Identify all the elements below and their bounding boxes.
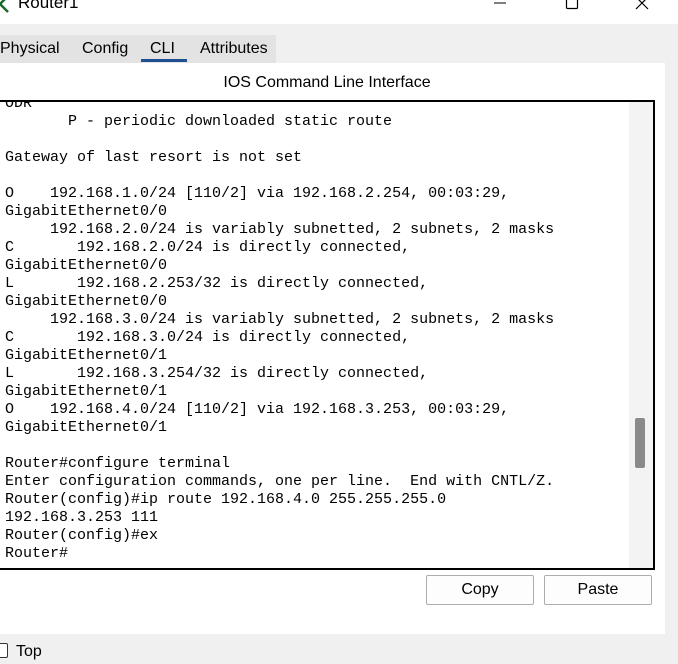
terminal-line: 192.168.3.253 111 — [5, 509, 159, 526]
tab-attributes[interactable]: Attributes — [200, 35, 268, 63]
top-checkbox[interactable] — [0, 643, 8, 658]
terminal-scrollbar[interactable] — [629, 102, 653, 568]
terminal-line: C 192.168.3.0/24 is directly connected, — [5, 329, 411, 346]
top-checkbox-label: Top — [16, 643, 42, 660]
terminal-line: GigabitEthernet0/0 — [5, 257, 168, 274]
terminal-line: 192.168.2.0/24 is variably subnetted, 2 … — [5, 221, 555, 238]
terminal-line: GigabitEthernet0/0 — [5, 293, 168, 310]
cisco-device-icon — [0, 0, 9, 13]
title-bar: Router1 — [0, 0, 678, 24]
terminal-line: Router(config)#ex — [5, 527, 159, 544]
terminal-line: GigabitEthernet0/1 — [5, 383, 168, 400]
terminal-line: O 192.168.4.0/24 [110/2] via 192.168.3.2… — [5, 401, 510, 418]
terminal-line: P - periodic downloaded static route — [5, 113, 393, 130]
active-tab-indicator — [141, 59, 187, 62]
tab-bar: Physical Config CLI Attributes — [0, 35, 276, 63]
minimize-icon — [494, 2, 506, 4]
minimize-button[interactable] — [480, 0, 520, 14]
terminal-line: O 192.168.1.0/24 [110/2] via 192.168.2.2… — [5, 185, 510, 202]
terminal-line: ODR — [5, 100, 33, 112]
cli-panel: IOS Command Line Interface ODR P - perio… — [0, 63, 665, 634]
panel-title: IOS Command Line Interface — [223, 74, 431, 91]
close-button[interactable] — [622, 0, 662, 14]
cli-terminal[interactable]: ODR P - periodic downloaded static route… — [0, 100, 655, 570]
scrollbar-thumb[interactable] — [635, 418, 645, 468]
terminal-line: C 192.168.2.0/24 is directly connected, — [5, 239, 411, 256]
terminal-line: Router#configure terminal — [5, 455, 231, 472]
terminal-line: Router(config)#ip route 192.168.4.0 255.… — [5, 491, 447, 508]
terminal-line: GigabitEthernet0/1 — [5, 347, 168, 364]
tab-physical[interactable]: Physical — [0, 35, 60, 63]
terminal-line: Router# — [5, 545, 69, 562]
paste-button[interactable]: Paste — [544, 575, 652, 605]
terminal-line: Enter configuration commands, one per li… — [5, 473, 555, 490]
maximize-button[interactable] — [552, 0, 592, 14]
tab-config[interactable]: Config — [82, 35, 128, 63]
copy-button[interactable]: Copy — [426, 575, 534, 605]
close-icon — [635, 0, 649, 10]
terminal-line: 192.168.3.0/24 is variably subnetted, 2 … — [5, 311, 555, 328]
window-title: Router1 — [18, 0, 79, 12]
terminal-line: GigabitEthernet0/1 — [5, 419, 168, 436]
terminal-output: ODR P - periodic downloaded static route… — [5, 100, 555, 563]
terminal-line: L 192.168.2.253/32 is directly connected… — [5, 275, 429, 292]
terminal-line: GigabitEthernet0/0 — [5, 203, 168, 220]
terminal-line: Gateway of last resort is not set — [5, 149, 303, 166]
terminal-line: L 192.168.3.254/32 is directly connected… — [5, 365, 429, 382]
maximize-icon — [565, 0, 579, 10]
